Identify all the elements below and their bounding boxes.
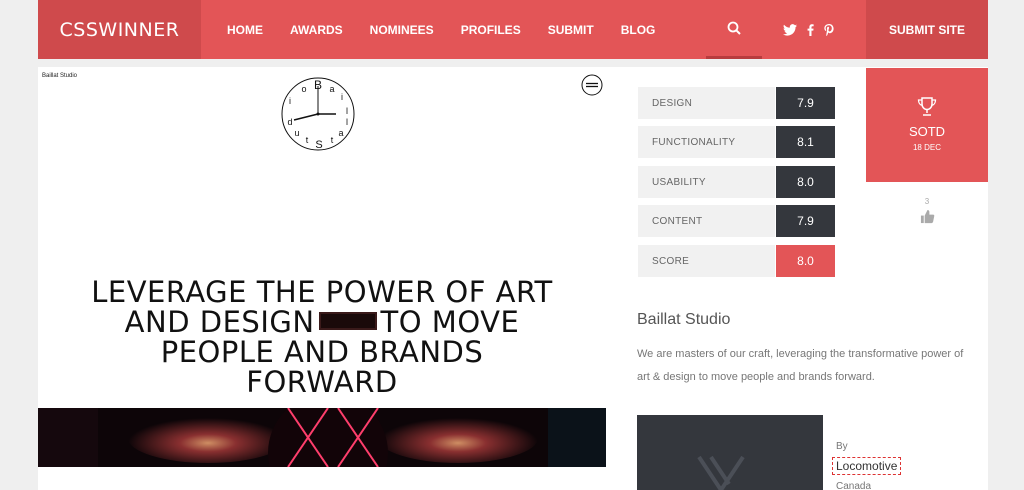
search-button[interactable] — [706, 0, 762, 59]
headline-line: LEVERAGE THE POWER OF ART — [91, 275, 553, 309]
clock-letter: i — [289, 96, 291, 106]
by-label: By — [836, 441, 848, 452]
site-logo[interactable]: CSSWINNER — [38, 0, 201, 59]
score-value: 7.9 — [776, 205, 835, 237]
score-content: CONTENT 7.9 — [638, 205, 835, 237]
score-usability: USABILITY 8.0 — [638, 166, 835, 198]
score-value: 7.9 — [776, 87, 835, 119]
score-label: USABILITY — [638, 166, 775, 198]
headline-line: AND DESIGN TO MOVE — [124, 305, 520, 339]
nav-awards[interactable]: AWARDS — [290, 23, 343, 37]
clock-letter: S — [315, 139, 322, 151]
score-total: SCORE 8.0 — [638, 245, 835, 277]
inline-image — [318, 312, 377, 330]
score-label: CONTENT — [638, 205, 775, 237]
sotd-label: SOTD — [908, 124, 946, 139]
preview-banner-image — [38, 408, 606, 467]
pinterest-icon[interactable] — [824, 23, 834, 36]
clock-letter: a — [329, 84, 334, 94]
headline-line: FORWARD — [246, 365, 398, 399]
trophy-icon — [917, 97, 937, 116]
site-title: Baillat Studio — [637, 311, 731, 328]
search-icon — [727, 21, 741, 35]
clock-letter: o — [301, 84, 306, 94]
score-label: FUNCTIONALITY — [638, 126, 775, 158]
menu-icon[interactable] — [581, 74, 603, 96]
nav-home[interactable]: HOME — [227, 23, 263, 37]
headline-line: PEOPLE AND BRANDS — [160, 335, 484, 369]
author-thumbnail[interactable] — [637, 415, 823, 490]
preview-headline: LEVERAGE THE POWER OF ART AND DESIGN TO M… — [38, 277, 606, 397]
nav-submit[interactable]: SUBMIT — [548, 23, 594, 37]
score-value: 8.0 — [776, 245, 835, 277]
score-functionality: FUNCTIONALITY 8.1 — [638, 126, 835, 158]
main-nav: HOME AWARDS NOMINEES PROFILES SUBMIT BLO… — [227, 0, 682, 59]
site-header: CSSWINNER HOME AWARDS NOMINEES PROFILES … — [38, 0, 988, 59]
clock-letter: i — [341, 92, 343, 102]
preview-site-label: Baillat Studio — [42, 73, 78, 79]
sotd-badge: SOTD 18 DEC — [866, 68, 988, 182]
score-value: 8.1 — [776, 126, 835, 158]
social-links — [783, 0, 834, 59]
author-country: Canada — [836, 481, 872, 490]
score-label: SCORE — [638, 245, 775, 277]
main-content: Baillat Studio B a i l l a t S t u d i o — [38, 67, 988, 490]
clock-letter: a — [338, 128, 343, 138]
nav-blog[interactable]: BLOG — [621, 23, 656, 37]
twitter-icon[interactable] — [783, 23, 797, 36]
thumbs-up-icon — [920, 209, 934, 224]
like-count: 3 — [924, 197, 930, 206]
score-label: DESIGN — [638, 87, 775, 119]
sotd-date: 18 DEC — [912, 143, 941, 152]
clock-letter: l — [346, 106, 348, 116]
nav-profiles[interactable]: PROFILES — [461, 23, 521, 37]
score-design: DESIGN 7.9 — [638, 87, 835, 119]
like-button[interactable]: 3 — [919, 197, 935, 226]
clock-logo: B a i l l a t S t u d i o — [281, 77, 355, 151]
clock-letter: d — [287, 117, 292, 127]
site-description: We are masters of our craft, leveraging … — [637, 348, 964, 383]
site-preview[interactable]: Baillat Studio B a i l l a t S t u d i o — [38, 67, 606, 467]
submit-site-button[interactable]: SUBMIT SITE — [866, 0, 988, 59]
facebook-icon[interactable] — [807, 23, 814, 36]
clock-letter: u — [294, 128, 299, 138]
clock-letter: l — [346, 117, 348, 127]
score-value: 8.0 — [776, 166, 835, 198]
author-link[interactable]: Locomotive — [832, 457, 902, 475]
nav-nominees[interactable]: NOMINEES — [370, 23, 434, 37]
